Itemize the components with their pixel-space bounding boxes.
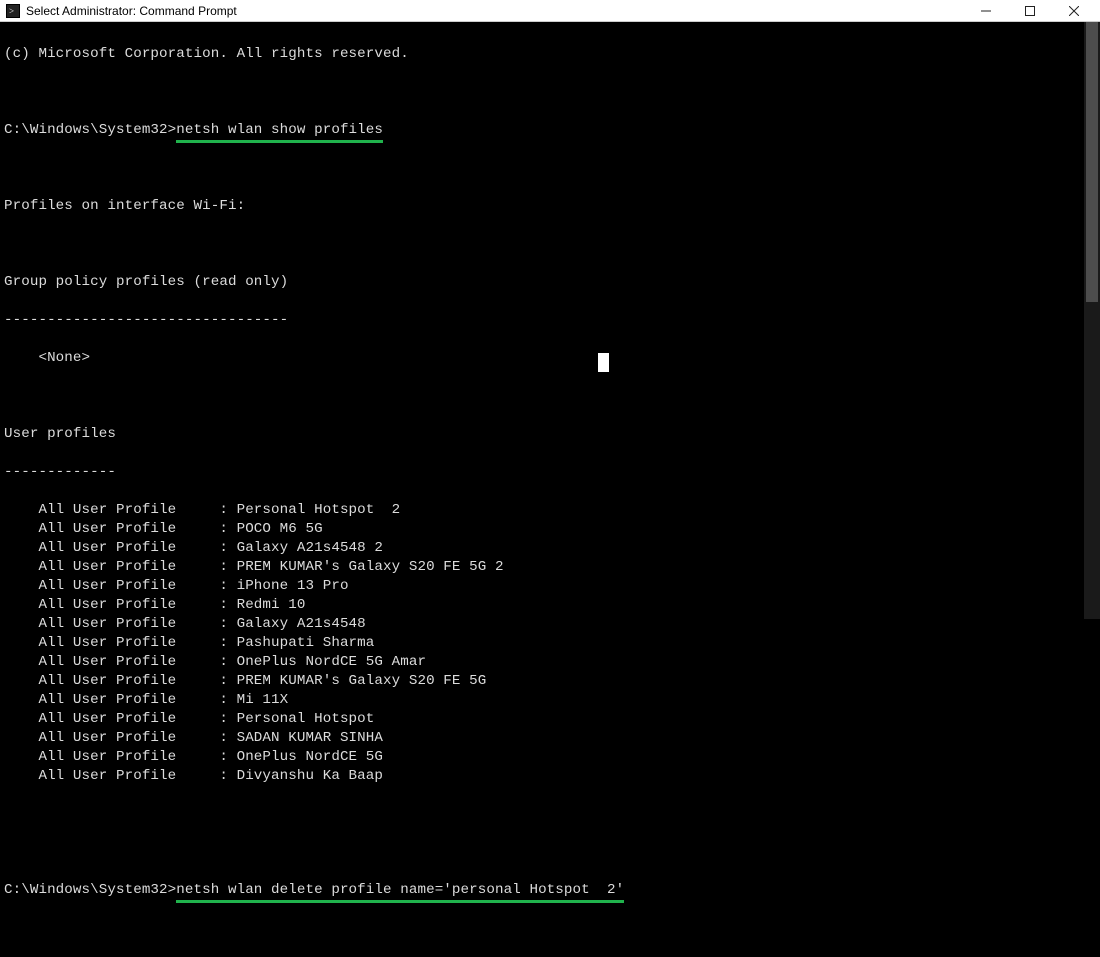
profile-label: All User Profile : (4, 768, 237, 784)
command-1: netsh wlan show profiles (176, 121, 383, 143)
profile-label: All User Profile : (4, 692, 237, 708)
profile-label: All User Profile : (4, 654, 237, 670)
copyright-line: (c) Microsoft Corporation. All rights re… (4, 45, 1100, 64)
profile-label: All User Profile : (4, 559, 237, 575)
profile-label: All User Profile : (4, 521, 237, 537)
user-profiles-dashes: ------------- (4, 463, 1100, 482)
profile-row: All User Profile : Galaxy A21s4548 2 (4, 539, 1100, 558)
profile-label: All User Profile : (4, 711, 237, 727)
titlebar[interactable]: > Select Administrator: Command Prompt (0, 0, 1100, 22)
profile-label: All User Profile : (4, 502, 237, 518)
profile-row: All User Profile : PREM KUMAR's Galaxy S… (4, 672, 1100, 691)
interface-heading: Profiles on interface Wi-Fi: (4, 197, 1100, 216)
profile-row: All User Profile : OnePlus NordCE 5G (4, 748, 1100, 767)
profile-name: Mi 11X (237, 692, 289, 708)
profile-name: PREM KUMAR's Galaxy S20 FE 5G (237, 673, 487, 689)
profile-name: Redmi 10 (237, 597, 306, 613)
user-profiles-heading: User profiles (4, 425, 1100, 444)
profile-label: All User Profile : (4, 597, 237, 613)
profile-row: All User Profile : iPhone 13 Pro (4, 577, 1100, 596)
prompt-path: C:\Windows\System32> (4, 122, 176, 138)
blank-line (4, 83, 1100, 102)
prompt-line-1: C:\Windows\System32>netsh wlan show prof… (4, 121, 1100, 140)
profile-row: All User Profile : Redmi 10 (4, 596, 1100, 615)
prompt-path: C:\Windows\System32> (4, 882, 176, 898)
profile-name: OnePlus NordCE 5G (237, 749, 383, 765)
profile-name: POCO M6 5G (237, 521, 323, 537)
cmd-icon: > (6, 4, 20, 18)
prompt-line-2: C:\Windows\System32>netsh wlan delete pr… (4, 881, 1100, 900)
profile-label: All User Profile : (4, 635, 237, 651)
profile-name: PREM KUMAR's Galaxy S20 FE 5G 2 (237, 559, 504, 575)
profile-row: All User Profile : Personal Hotspot 2 (4, 501, 1100, 520)
profile-label: All User Profile : (4, 578, 237, 594)
profile-name: Galaxy A21s4548 2 (237, 540, 383, 556)
profile-label: All User Profile : (4, 616, 237, 632)
profile-label: All User Profile : (4, 673, 237, 689)
command-2: netsh wlan delete profile name='personal… (176, 881, 624, 903)
profile-label: All User Profile : (4, 749, 237, 765)
scrollbar[interactable] (1084, 22, 1100, 619)
profile-name: SADAN KUMAR SINHA (237, 730, 383, 746)
blank-line (4, 843, 1100, 862)
profile-name: OnePlus NordCE 5G Amar (237, 654, 427, 670)
profile-row: All User Profile : Personal Hotspot (4, 710, 1100, 729)
group-policy-none: <None> (4, 349, 1100, 368)
profile-row: All User Profile : Divyanshu Ka Baap (4, 767, 1100, 786)
profile-row: All User Profile : SADAN KUMAR SINHA (4, 729, 1100, 748)
profile-name: Personal Hotspot (237, 711, 375, 727)
profile-row: All User Profile : Mi 11X (4, 691, 1100, 710)
profile-row: All User Profile : Galaxy A21s4548 (4, 615, 1100, 634)
window-title: Select Administrator: Command Prompt (26, 4, 237, 18)
profile-name: Divyanshu Ka Baap (237, 768, 383, 784)
text-cursor (598, 353, 609, 372)
profile-row: All User Profile : Pashupati Sharma (4, 634, 1100, 653)
profile-row: All User Profile : PREM KUMAR's Galaxy S… (4, 558, 1100, 577)
profile-name: Galaxy A21s4548 (237, 616, 366, 632)
blank-line (4, 235, 1100, 254)
profile-label: All User Profile : (4, 730, 237, 746)
maximize-button[interactable] (1008, 0, 1052, 22)
group-policy-heading: Group policy profiles (read only) (4, 273, 1100, 292)
profile-row: All User Profile : POCO M6 5G (4, 520, 1100, 539)
profile-label: All User Profile : (4, 540, 237, 556)
terminal-output[interactable]: (c) Microsoft Corporation. All rights re… (0, 22, 1100, 619)
blank-line (4, 387, 1100, 406)
group-policy-dashes: --------------------------------- (4, 311, 1100, 330)
profile-name: Personal Hotspot 2 (237, 502, 401, 518)
blank-line (4, 159, 1100, 178)
scrollbar-thumb[interactable] (1086, 22, 1098, 302)
profile-row: All User Profile : OnePlus NordCE 5G Ama… (4, 653, 1100, 672)
close-button[interactable] (1052, 0, 1096, 22)
profile-name: Pashupati Sharma (237, 635, 375, 651)
blank-line (4, 805, 1100, 824)
profile-name: iPhone 13 Pro (237, 578, 349, 594)
svg-text:>: > (9, 6, 14, 16)
minimize-button[interactable] (964, 0, 1008, 22)
